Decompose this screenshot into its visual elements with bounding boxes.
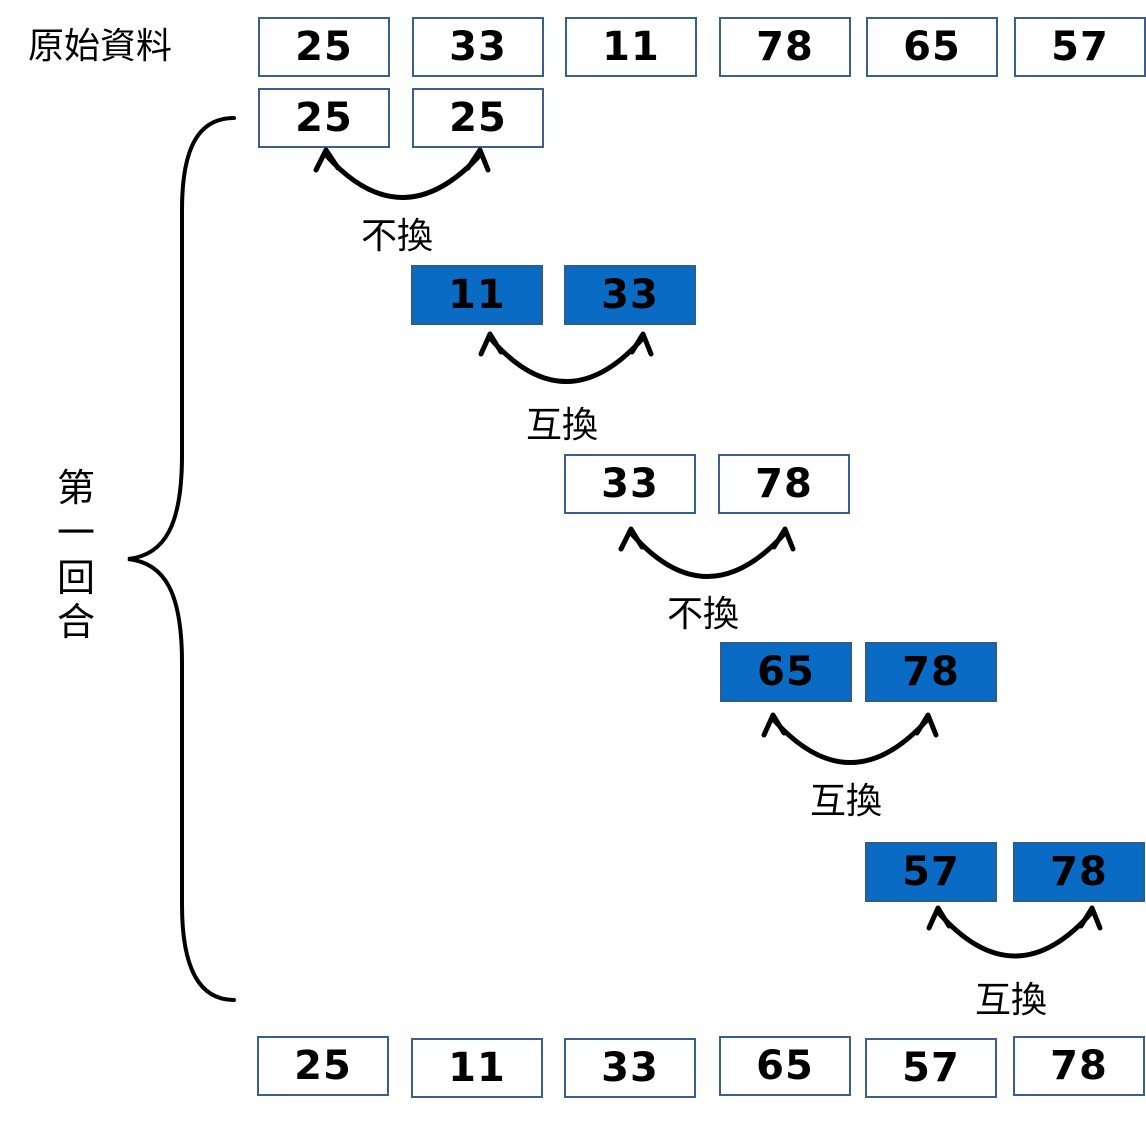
step-1-arrowhead-left (313, 147, 341, 173)
step-4-arrowhead-left (761, 712, 787, 738)
step-5-compare-arrow (935, 909, 1095, 959)
step-3-arrowhead-right (771, 526, 796, 552)
bubble-sort-diagram: 原始資料 25 33 11 78 65 57 25 25 不換 11 33 互換… (0, 0, 1146, 1127)
step-2-arrowhead-right (629, 331, 654, 357)
step-2-arrowhead-left (478, 331, 504, 357)
round-brace (127, 116, 236, 1002)
connector-layer (127, 116, 1103, 1002)
step-5-arrowhead-right (1078, 905, 1103, 931)
step-3-arrowhead-left (618, 526, 645, 552)
step-1-compare-arrow (323, 152, 483, 200)
step-3-compare-arrow (628, 530, 788, 579)
step-4-arrowhead-right (914, 712, 939, 738)
step-5-arrowhead-left (926, 905, 952, 931)
step-4-compare-arrow (770, 716, 931, 765)
step-2-compare-arrow (487, 335, 646, 384)
